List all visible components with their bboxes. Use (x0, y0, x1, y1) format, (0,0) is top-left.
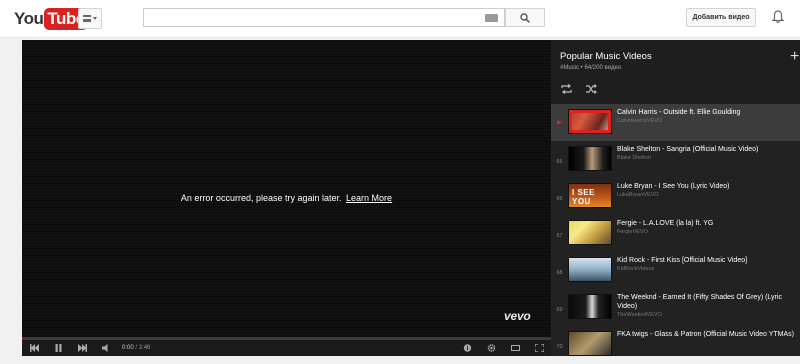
search-icon (520, 12, 530, 23)
playlist-item[interactable]: 68 Kid Rock - First Kiss [Official Music… (551, 252, 800, 289)
playlist-item-index: 66 (556, 196, 563, 202)
video-thumbnail[interactable] (568, 109, 612, 134)
playlist-item-title: The Weeknd - Earned It (Fifty Shades Of … (617, 294, 782, 310)
video-thumbnail[interactable] (568, 146, 612, 171)
playlist-item[interactable]: 66 I SEE YOU Luke Bryan - I See You (Lyr… (551, 178, 800, 215)
playlist-item-channel: FergieVEVO (617, 229, 648, 235)
page-background (0, 356, 800, 364)
search-input[interactable] (143, 8, 505, 27)
playlist-item-index: 70 (556, 344, 563, 350)
video-thumbnail[interactable] (568, 331, 612, 356)
loop-icon[interactable] (561, 84, 572, 94)
playlist-subtitle: #Music • 64/200 видео (560, 65, 622, 71)
keyboard-icon[interactable] (485, 14, 498, 22)
previous-icon (29, 344, 39, 352)
playlist-item-title: Calvin Harris - Outside ft. Ellie Gouldi… (617, 109, 741, 116)
video-thumbnail[interactable]: I SEE YOU (568, 183, 612, 208)
settings-button[interactable] (479, 340, 503, 356)
playlist-item[interactable]: 70 FKA twigs - Glass & Patron (Official … (551, 326, 800, 356)
add-playlist-button[interactable]: + (790, 49, 799, 65)
playlist-item-title: Kid Rock - First Kiss [Official Music Vi… (617, 257, 748, 264)
info-button[interactable] (455, 340, 479, 356)
fullscreen-icon (534, 344, 544, 352)
playlist-item-channel: TheWeekndVEVO (617, 312, 662, 318)
video-thumbnail[interactable] (568, 294, 612, 319)
playlist-list: ▶ Calvin Harris - Outside ft. Ellie Goul… (551, 104, 800, 356)
playlist-item-index: 68 (556, 270, 563, 276)
info-icon (463, 344, 471, 352)
next-button[interactable] (70, 340, 94, 356)
search-button[interactable] (505, 8, 545, 27)
pause-icon (55, 344, 61, 352)
error-message: An error occurred, please try again late… (22, 193, 551, 203)
volume-button[interactable] (94, 340, 118, 356)
previous-button[interactable] (22, 340, 46, 356)
playlist-item-title: Fergie - L.A.LOVE (la la) ft. YG (617, 220, 714, 227)
time-display: 0:00 / 3:46 (122, 345, 151, 351)
time-current: 0:00 (122, 345, 134, 351)
playlist-item-channel: CalvinHarrisVEVO (617, 118, 663, 124)
playlist-item-title: FKA twigs - Glass & Patron (Official Mus… (617, 331, 794, 338)
logo-you: You (14, 9, 44, 28)
theater-icon (510, 345, 520, 351)
playlist-item-channel: Blake Shelton (617, 155, 651, 161)
video-thumbnail[interactable] (568, 257, 612, 282)
playlist-panel: Popular Music Videos #Music • 64/200 вид… (551, 40, 800, 356)
thumbnail-frame (569, 110, 611, 133)
chevron-down-icon (93, 17, 97, 20)
masthead: You Tube UA Добавить видео (0, 0, 800, 38)
playlist-item[interactable]: 65 Blake Shelton - Sangria (Official Mus… (551, 141, 800, 178)
thumbnail-text: I SEE YOU (572, 188, 595, 206)
playlist-item-channel: LukeBryanVEVO (617, 192, 659, 198)
guide-menu-button[interactable] (78, 8, 102, 29)
playlist-title[interactable]: Popular Music Videos (560, 51, 652, 62)
shuffle-icon[interactable] (586, 84, 597, 94)
playlist-item-index: 65 (556, 159, 563, 165)
player-controls: 0:00 / 3:46 (22, 340, 551, 356)
bell-icon[interactable] (772, 10, 784, 24)
upload-button[interactable]: Добавить видео (686, 8, 756, 27)
hamburger-icon (83, 15, 91, 22)
playlist-item-index: ▶ (557, 120, 562, 126)
speaker-icon (101, 344, 107, 352)
error-text: An error occurred, please try again late… (180, 193, 342, 203)
playlist-item-index: 69 (556, 307, 563, 313)
video-thumbnail[interactable] (568, 220, 612, 245)
playlist-header: Popular Music Videos #Music • 64/200 вид… (551, 40, 800, 104)
video-player[interactable]: An error occurred, please try again late… (22, 40, 551, 356)
theater-mode-button[interactable] (503, 340, 527, 356)
playlist-item[interactable]: 67 Fergie - L.A.LOVE (la la) ft. YG Ferg… (551, 215, 800, 252)
time-total: 3:46 (138, 345, 151, 351)
playlist-item-index: 67 (556, 233, 563, 239)
learn-more-link[interactable]: Learn More (346, 193, 392, 203)
fullscreen-button[interactable] (527, 340, 551, 356)
vevo-watermark: vevo (504, 309, 531, 323)
playlist-item-channel: KidRockVideos (617, 266, 655, 272)
playlist-item[interactable]: 69 The Weeknd - Earned It (Fifty Shades … (551, 289, 800, 326)
playlist-item-title: Luke Bryan - I See You (Lyric Video) (617, 183, 730, 190)
playlist-item-title: Blake Shelton - Sangria (Official Music … (617, 146, 759, 153)
play-pause-button[interactable] (46, 340, 70, 356)
playlist-item[interactable]: ▶ Calvin Harris - Outside ft. Ellie Goul… (551, 104, 800, 141)
gear-icon (487, 344, 495, 352)
next-icon (77, 344, 87, 352)
